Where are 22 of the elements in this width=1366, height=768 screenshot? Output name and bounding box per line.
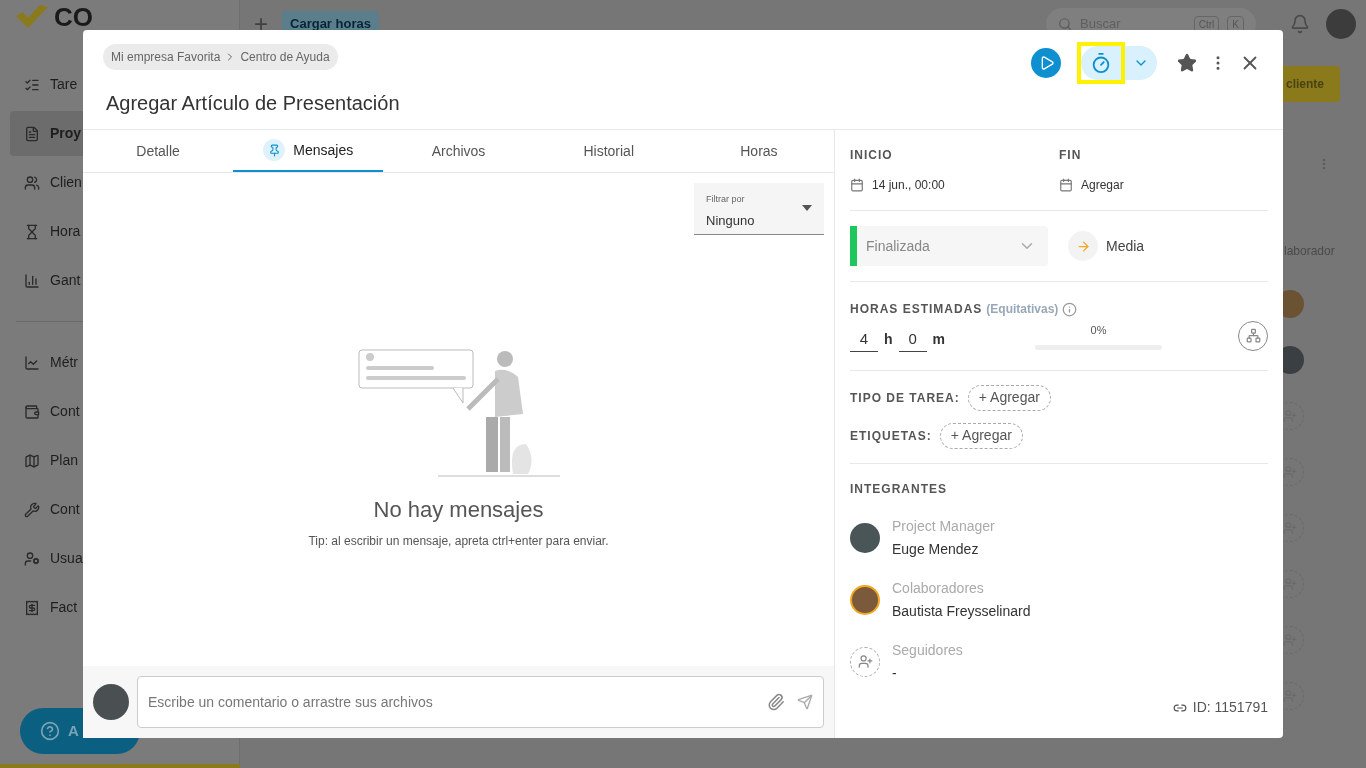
field-label: ETIQUETAS: [850,427,932,445]
task-id: ID: 1151791 [1192,698,1268,717]
hours-unit: h [884,330,893,350]
progress-percent: 0% [1090,323,1107,338]
minutes-unit: m [932,330,945,350]
logo-text: CO [54,4,93,30]
member-role: Project Manager [892,516,995,536]
field-label: INICIO [850,147,894,164]
empty-state-title: No hay mensajes [373,496,544,524]
member-role: Seguidores [892,640,963,660]
field-label: TIPO DE TAREA: [850,389,960,407]
field-label: HORAS ESTIMADAS [850,301,983,318]
member-role: Colaboradores [892,578,985,598]
empty-state-tip: Tip: al escribir un mensaje, apreta ctrl+enter para enviar. [308,533,609,550]
task-title: Agregar Artículo de Presentación [105,91,400,116]
field-label: FIN [1059,147,1083,164]
estimate-note: (Equitativas) [986,301,1059,318]
priority-value: Media [1106,236,1145,256]
section-label: INTEGRANTES [850,480,948,498]
member-name: - [892,663,898,683]
member-name: Euge Mendez [892,539,980,559]
member-name: Bautista Freysselinard [892,601,1031,621]
